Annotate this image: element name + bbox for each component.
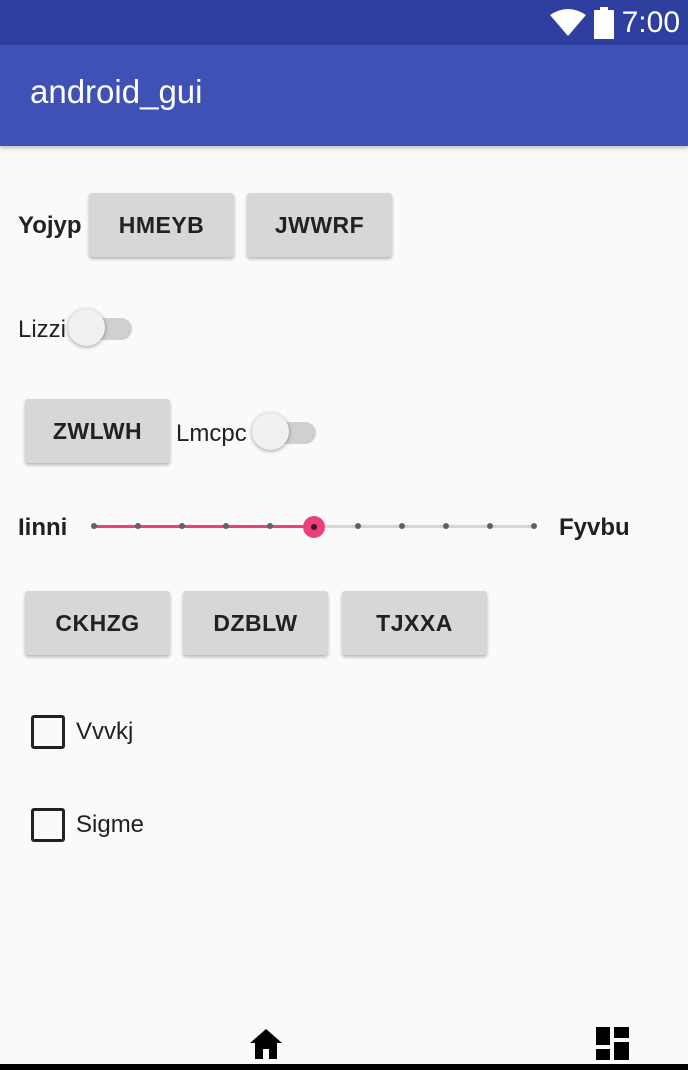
hmeyb-button[interactable]: HMEYB [89,193,234,257]
checkbox-label-sigme: Sigme [76,811,145,838]
switch-thumb [68,309,105,346]
lmcpc-switch[interactable] [252,413,322,453]
jwwrf-button[interactable]: JWWRF [247,193,392,257]
ckhzg-button[interactable]: CKHZG [25,591,170,655]
slider-thumb-center [311,524,317,530]
dzblw-button[interactable]: DZBLW [183,591,328,655]
slider-tick [179,523,185,529]
slider-tick [399,523,405,529]
slider-max-label: Fyvbu [559,514,630,541]
battery-icon [593,6,614,39]
dashboard-icon[interactable] [596,1027,629,1060]
switch-label-lizzi: Lizzi [18,316,67,343]
label-yojyp: Yojyp [18,212,82,239]
home-icon[interactable] [249,1028,283,1060]
slider-thumb[interactable] [303,516,325,538]
switch-thumb [252,413,289,450]
slider-tick [355,523,361,529]
checkbox-label-vvvkj: Vvvkj [76,718,134,745]
slider-min-label: Iinni [18,514,68,541]
sigme-checkbox[interactable] [31,808,65,842]
discrete-slider[interactable] [91,510,537,544]
slider-tick [531,523,537,529]
slider-tick [223,523,229,529]
slider-tick [487,523,493,529]
app-title: android_gui [30,73,203,110]
status-time: 7:00 [621,6,680,39]
status-bar: 7:00 [0,0,688,45]
slider-tick [135,523,141,529]
vvvkj-checkbox[interactable] [31,715,65,749]
bottom-nav-edge [0,1064,688,1070]
tjxxa-button[interactable]: TJXXA [342,591,487,655]
slider-tick [443,523,449,529]
slider-fill [94,525,314,528]
status-icons: 7:00 [549,0,680,45]
slider-tick [267,523,273,529]
zwlwh-button[interactable]: ZWLWH [25,399,170,463]
app-bar: android_gui [0,45,688,146]
slider-tick [91,523,97,529]
wifi-icon [549,8,586,36]
lizzi-switch[interactable] [68,309,138,349]
switch-label-lmcpc: Lmcpc [176,420,247,447]
